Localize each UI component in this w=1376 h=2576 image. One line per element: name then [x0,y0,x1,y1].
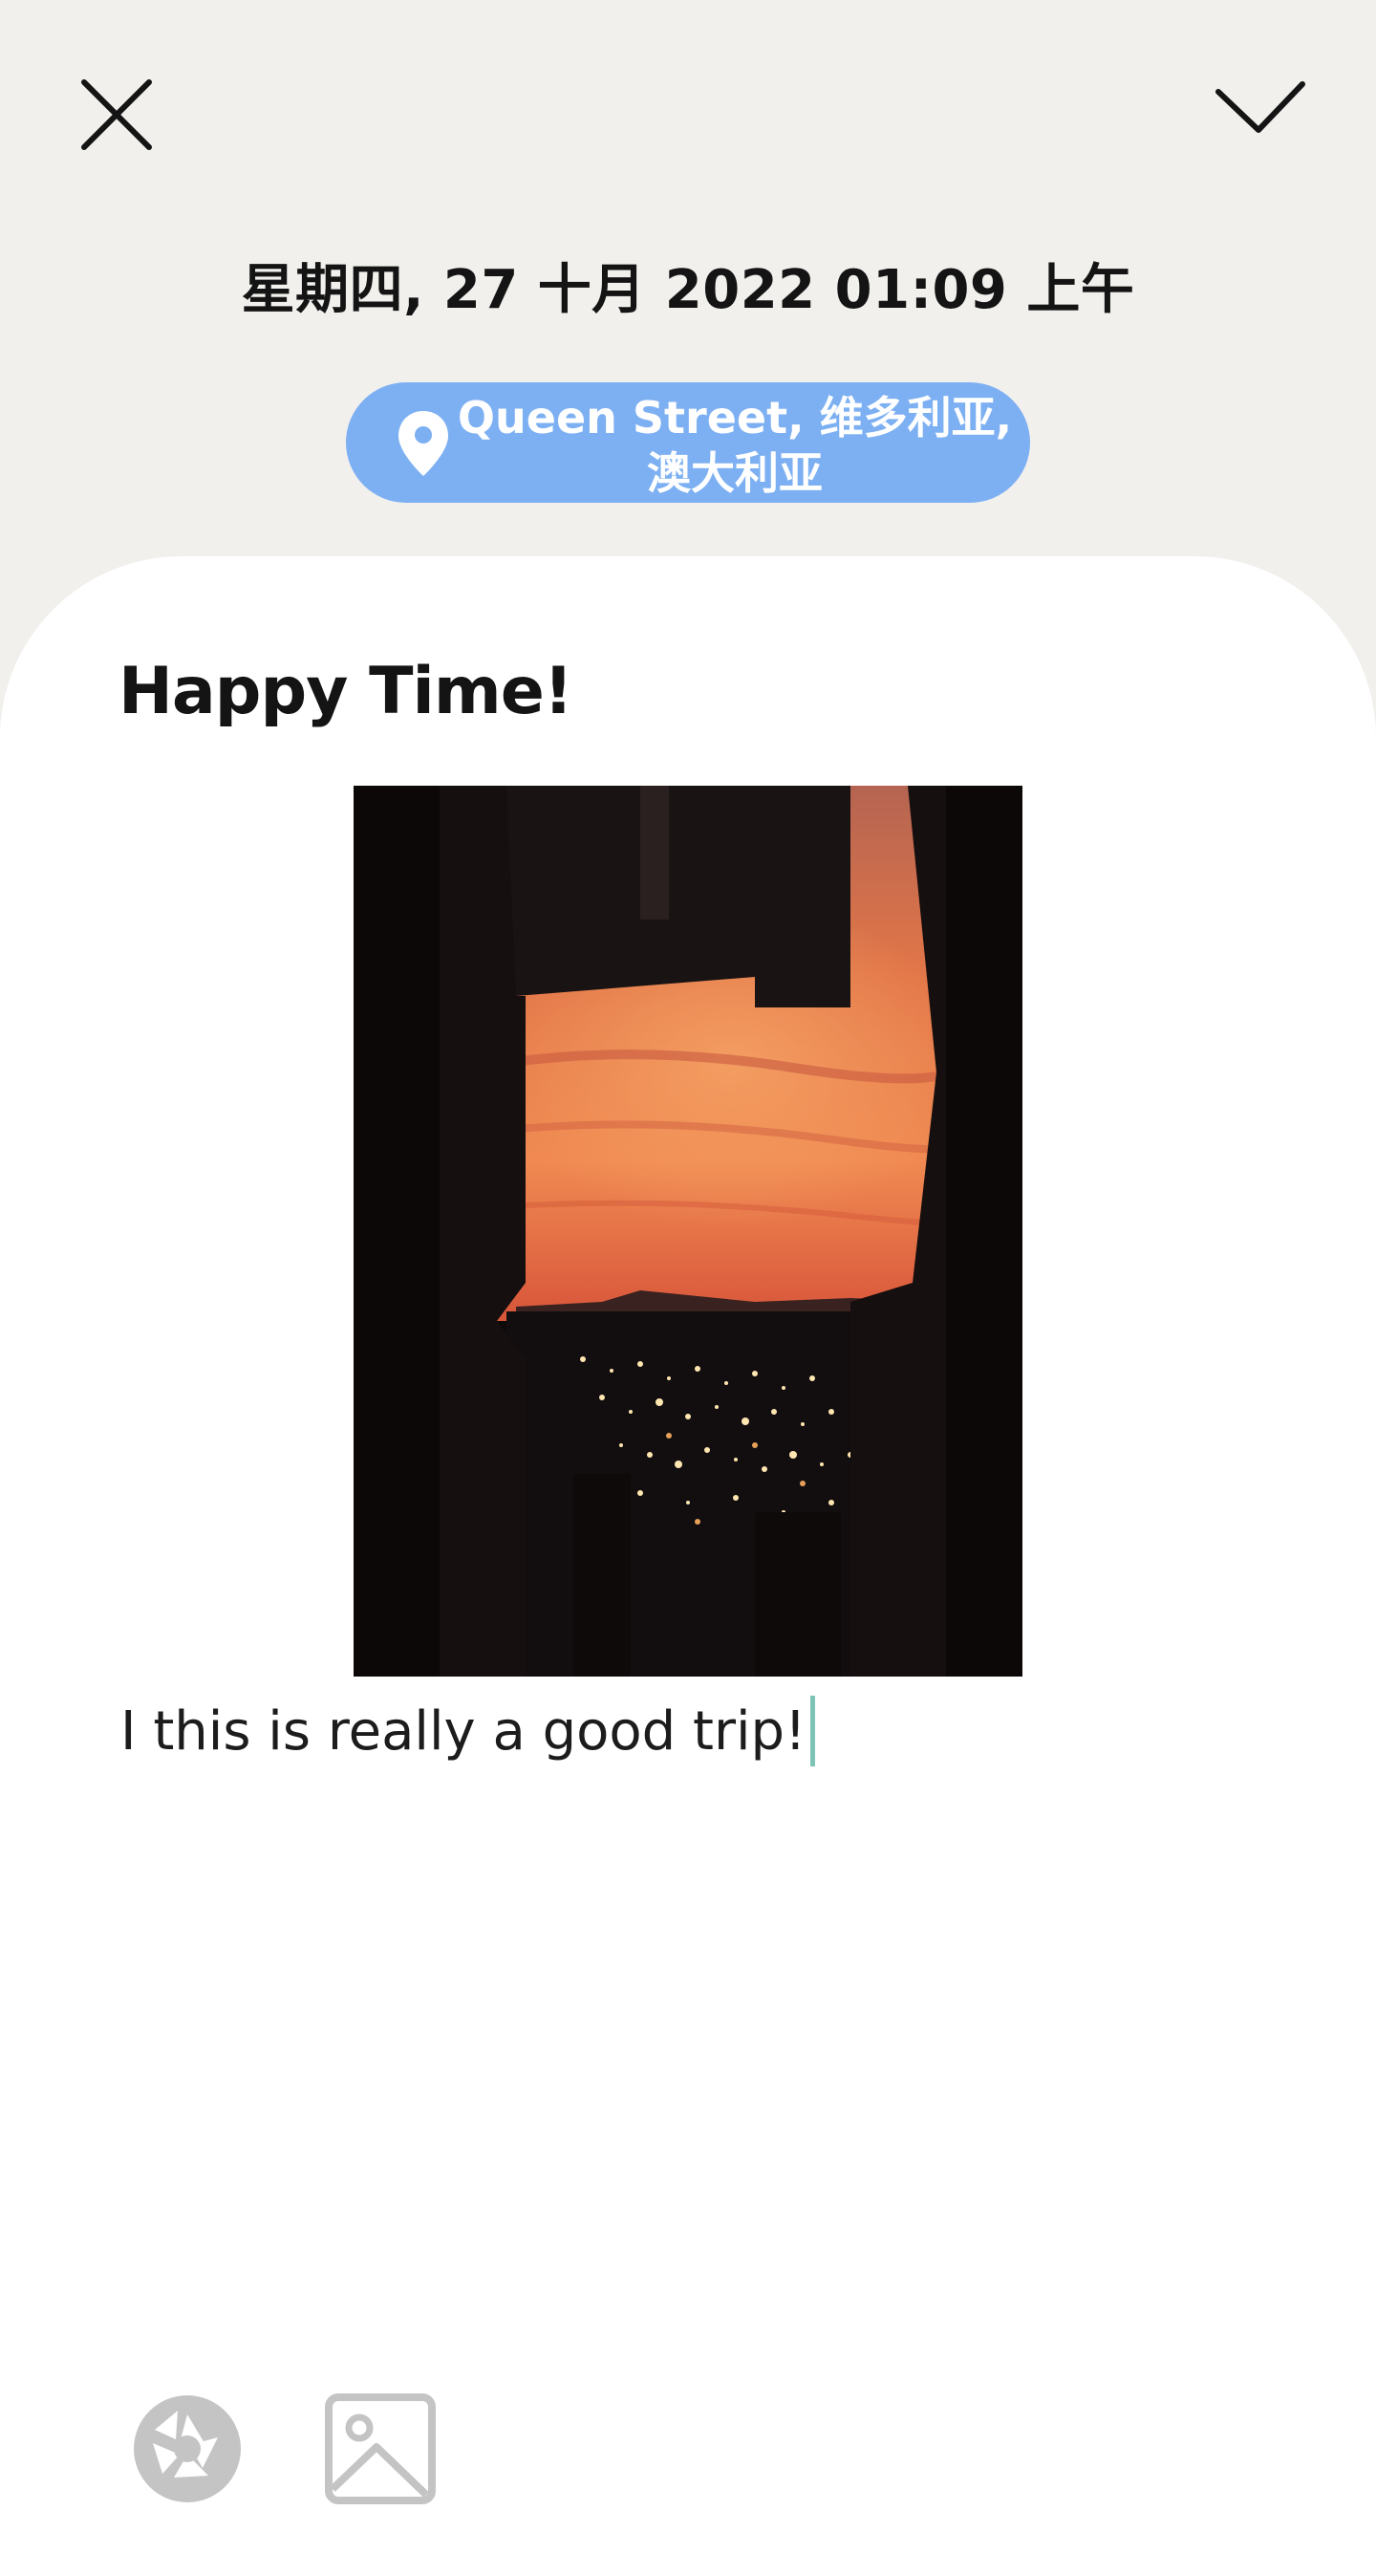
entry-title[interactable]: Happy Time! [118,654,573,729]
bottom-toolbar [0,2380,1376,2523]
sunset-city-photo [354,786,1022,1677]
entry-editor: Happy Time! I this is really a good trip… [0,556,1376,2576]
close-button[interactable] [69,67,164,162]
text-cursor [809,1696,815,1766]
location-line-1: Queen Street, 维多利亚, [457,392,1013,444]
map-pin-icon [398,411,448,476]
location-chip[interactable]: Queen Street, 维多利亚, 澳大利亚 [346,382,1030,503]
camera-shutter-icon [134,2395,241,2502]
image-icon [325,2393,436,2504]
save-button[interactable] [1209,67,1314,162]
header-bar: 星期四, 27 十月 2022 01:09 上午 Queen Street, 维… [0,0,1376,564]
gallery-button[interactable] [323,2392,438,2506]
entry-date[interactable]: 星期四, 27 十月 2022 01:09 上午 [0,247,1376,324]
camera-button[interactable] [130,2392,245,2506]
location-label: Queen Street, 维多利亚, 澳大利亚 [453,390,1017,501]
entry-photo[interactable] [354,786,1022,1677]
close-icon [81,79,152,150]
entry-body-text: I this is really a good trip! [120,1699,806,1763]
entry-body[interactable]: I this is really a good trip! [120,1696,815,1766]
location-line-2: 澳大利亚 [647,447,823,499]
check-icon [1215,81,1305,133]
